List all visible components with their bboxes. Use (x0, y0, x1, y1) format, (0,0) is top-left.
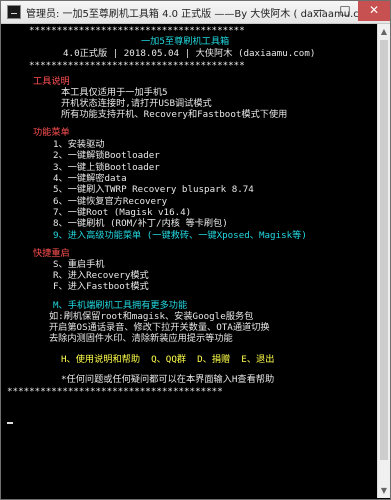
menu-item-advanced: 9、进入高级功能菜单 (一键救砖、一键Xposed、Magisk等) (53, 230, 307, 241)
menu-item-restore-recovery: 6、一键恢复官方Recovery (53, 196, 168, 207)
reboot-item-system: S、重启手机 (53, 259, 105, 270)
reboot-item-fastboot: F、进入Fastboot模式 (53, 281, 149, 292)
header-border-top: *************************************** (29, 25, 245, 36)
menu-item-root-magisk: 7、一键Root (Magisk v16.4) (53, 207, 192, 218)
tool-info-line: 本工具仅适用于一加手机5 (61, 87, 168, 98)
close-button[interactable]: ✕ (358, 1, 390, 21)
footer-menu: H、使用说明和帮助 Q、QQ群 D、捐赠 E、退出 (61, 354, 275, 365)
menu-item-lock-bootloader: 3、一键上锁Bootloader (53, 162, 160, 173)
function-menu-heading: 功能菜单 (33, 127, 70, 138)
tool-info-heading: 工具说明 (33, 76, 70, 87)
help-prompt: *任何问题或任何疑问都可以在本界面输入H查看帮助 (61, 374, 275, 385)
more-features-line: 如:刷机保留root和magisk、安装Google服务包 (49, 311, 254, 322)
menu-item-flash-rom: 8、一键刷机 (ROM/补丁/内核 等卡刷包) (53, 218, 228, 229)
reboot-item-recovery: R、进入Recovery模式 (53, 270, 149, 281)
header-subtitle: 4.0正式版 | 2018.05.04 | 大侠阿木 (daxiaamu.com… (63, 48, 316, 59)
tool-info-line: 所有功能支持开机、Recovery和Fastboot模式下使用 (61, 109, 288, 120)
more-features-line: 去除内测固件水印、清除新装应用提示等功能 (49, 333, 233, 344)
maximize-button[interactable]: □ (332, 1, 358, 21)
text-cursor (7, 422, 13, 424)
vertical-scrollbar[interactable]: ▲ ▼ (377, 24, 390, 498)
menu-item-install-driver: 1、安装驱动 (53, 139, 105, 150)
tool-info-line: 开机状态连接时,请打开USB调试模式 (61, 98, 212, 109)
console-window: 管理员: 一加5至尊刷机工具箱 4.0 正式版 ——By 大侠阿木 ( daxi… (0, 0, 391, 500)
menu-item-unlock-bootloader: 2、一键解锁Bootloader (53, 150, 160, 161)
quick-reboot-heading: 快捷重启 (33, 248, 70, 259)
scroll-down-icon[interactable]: ▼ (378, 483, 390, 498)
menu-item-decrypt-data: 4、一键解密data (53, 173, 127, 184)
header-border-bottom: *************************************** (29, 60, 245, 71)
console-app-icon (7, 5, 21, 19)
scroll-up-icon[interactable]: ▲ (378, 24, 390, 39)
footer-border: *************************************** (7, 386, 223, 397)
console-output[interactable]: *************************************** … (3, 24, 377, 498)
header-title: 一加5至尊刷机工具箱 (141, 36, 230, 47)
more-features-heading: M、手机端刷机工具拥有更多功能 (53, 300, 188, 311)
minimize-button[interactable]: — (306, 1, 332, 21)
menu-item-flash-twrp: 5、一键刷入TWRP Recovery bluspark 8.74 (53, 184, 254, 195)
more-features-line: 开启第OS通话录音、修改下拉开关数量、OTA通道切换 (49, 322, 270, 333)
title-bar[interactable]: 管理员: 一加5至尊刷机工具箱 4.0 正式版 ——By 大侠阿木 ( daxi… (1, 1, 390, 24)
scroll-thumb[interactable] (380, 40, 388, 460)
